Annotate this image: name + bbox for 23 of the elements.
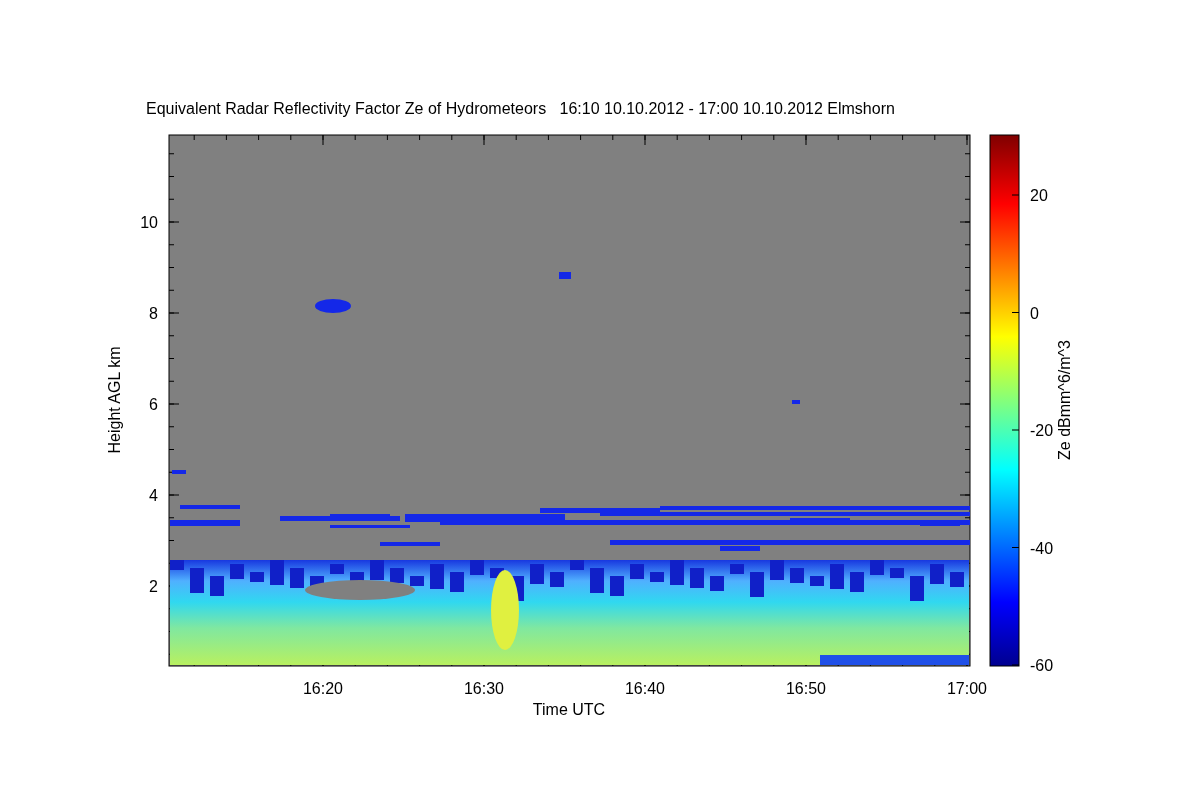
colorbar-label: Ze dBmm^6/m^3: [1056, 340, 1073, 460]
y-tick-label: 4: [149, 487, 158, 504]
x-tick-label: 16:50: [786, 680, 826, 697]
x-tick-label: 16:30: [464, 680, 504, 697]
colorbar-tick-label: -40: [1030, 539, 1054, 557]
x-tick-label: 16:20: [303, 680, 343, 697]
echo-blob: [559, 272, 571, 279]
chart-title: Equivalent Radar Reflectivity Factor Ze of Hydrometeors 16:10 10.10.2012 - 17:00 10.10.2012 Elmshorn: [146, 100, 895, 117]
colorbar-tick-label: -60: [1030, 657, 1054, 674]
y-tick-label: 6: [149, 396, 158, 413]
echo-blob: [172, 470, 186, 474]
colorbar-tick-label: -20: [1030, 422, 1054, 439]
y-tick-label: 10: [140, 214, 158, 231]
echo-blob: [792, 400, 800, 404]
colorbar-tick-label: 20: [1030, 187, 1048, 204]
x-tick-label: 16:40: [625, 680, 665, 697]
x-axis-label: Time UTC: [532, 701, 606, 718]
colorbar-tick-label: 0: [1030, 304, 1039, 322]
y-tick-label: 8: [149, 305, 158, 322]
y-tick-label: 2: [149, 578, 158, 595]
y-axis-label: Height AGL km: [106, 346, 123, 454]
echo-blob: [315, 299, 351, 313]
x-tick-label: 17:00: [947, 680, 987, 697]
